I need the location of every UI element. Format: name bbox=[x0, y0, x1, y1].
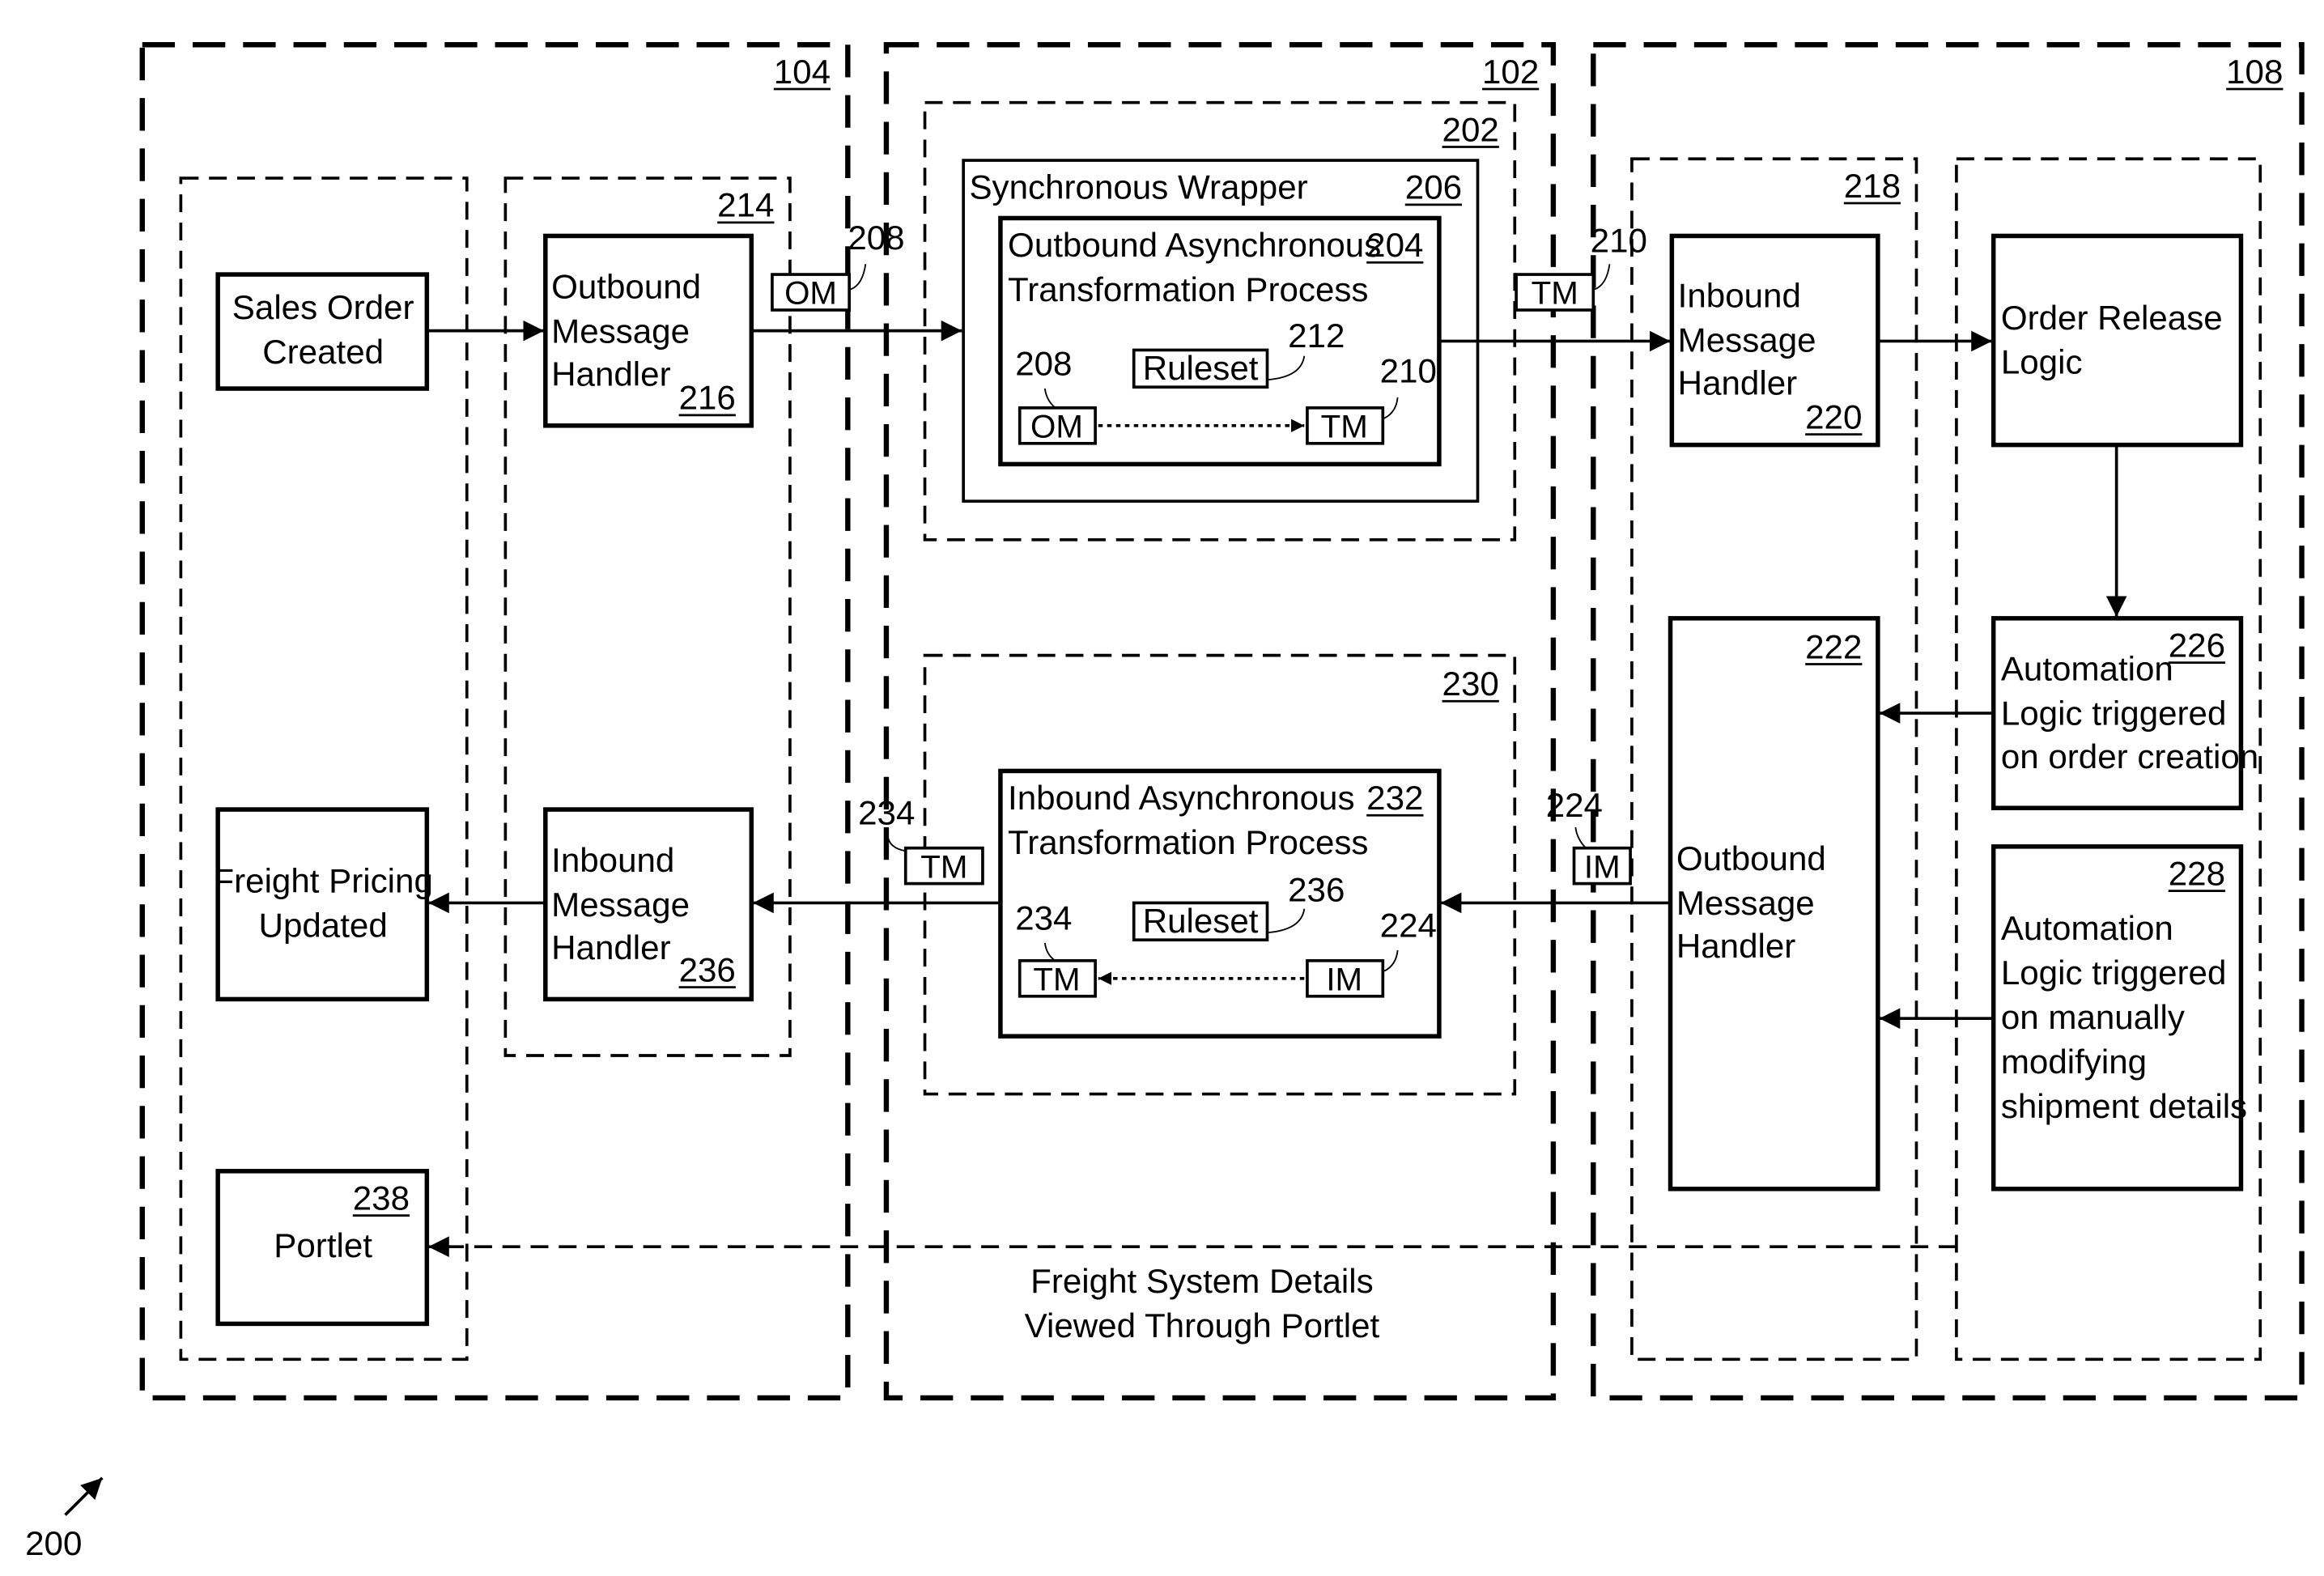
ref-228: 228 bbox=[2169, 854, 2225, 892]
automation-logic-226[interactable]: 226 Automation Logic triggered on order … bbox=[1990, 616, 2259, 810]
svg-text:IM: IM bbox=[1326, 961, 1362, 997]
ref-222: 222 bbox=[1805, 627, 1862, 665]
svg-text:Message: Message bbox=[551, 312, 690, 350]
system-108-ref: 108 bbox=[2226, 53, 2283, 91]
ref-224-inner: 224 bbox=[1380, 907, 1437, 945]
automation-logic-228[interactable]: 228 Automation Logic triggered on manual… bbox=[1990, 844, 2247, 1192]
svg-text:Outbound: Outbound bbox=[551, 267, 701, 305]
svg-text:OM: OM bbox=[784, 275, 837, 312]
svg-text:Message: Message bbox=[1676, 884, 1815, 922]
svg-text:TM: TM bbox=[1532, 275, 1578, 312]
inbound-message-handler-236[interactable]: Inbound Message Handler 236 bbox=[543, 807, 754, 1002]
ref-236-handler: 236 bbox=[679, 950, 736, 988]
portlet-caption-line2: Viewed Through Portlet bbox=[1025, 1306, 1380, 1344]
svg-text:TM: TM bbox=[920, 848, 967, 885]
svg-text:Transformation Process: Transformation Process bbox=[1008, 270, 1368, 308]
svg-text:Inbound: Inbound bbox=[551, 841, 674, 879]
svg-text:Message: Message bbox=[1678, 321, 1816, 359]
ref-234: 234 bbox=[858, 793, 915, 831]
figure-pointer-arrow bbox=[64, 1476, 104, 1516]
outbound-message-handler-216[interactable]: Outbound Message Handler 216 bbox=[543, 233, 754, 428]
ref-234-inner: 234 bbox=[1015, 898, 1072, 937]
order-release-logic-block[interactable]: Order Release Logic bbox=[1990, 233, 2244, 448]
svg-text:on order creation: on order creation bbox=[2001, 737, 2258, 775]
svg-text:Outbound: Outbound bbox=[1676, 839, 1826, 877]
ref-210: 210 bbox=[1591, 222, 1647, 260]
figure-number: 200 bbox=[25, 1524, 82, 1562]
svg-text:Handler: Handler bbox=[1678, 363, 1797, 401]
svg-text:Automation: Automation bbox=[2001, 650, 2173, 688]
svg-text:Outbound Asynchronous: Outbound Asynchronous bbox=[1008, 226, 1381, 264]
inbound-async-transformation-232[interactable]: Inbound Asynchronous Transformation Proc… bbox=[998, 768, 1442, 1039]
system-102-ref: 102 bbox=[1482, 53, 1539, 91]
portlet-block-238[interactable]: 238 Portlet bbox=[215, 1169, 430, 1327]
outbound-async-transformation-204[interactable]: Outbound Asynchronous Transformation Pro… bbox=[998, 215, 1442, 467]
svg-text:IM: IM bbox=[1584, 848, 1621, 885]
svg-text:Handler: Handler bbox=[1676, 927, 1795, 965]
ref-224: 224 bbox=[1546, 786, 1603, 824]
svg-text:Sales Order: Sales Order bbox=[232, 288, 414, 326]
portlet-caption-line1: Freight System Details bbox=[1030, 1262, 1374, 1300]
group-214-ref: 214 bbox=[717, 186, 774, 224]
ref-216: 216 bbox=[679, 379, 736, 417]
svg-text:Freight Pricing: Freight Pricing bbox=[213, 862, 432, 900]
svg-text:Created: Created bbox=[262, 333, 384, 371]
svg-text:TM: TM bbox=[1033, 961, 1080, 997]
svg-text:Handler: Handler bbox=[551, 355, 670, 393]
svg-text:Inbound Asynchronous: Inbound Asynchronous bbox=[1008, 779, 1354, 817]
svg-text:Handler: Handler bbox=[551, 928, 670, 966]
svg-text:Message: Message bbox=[551, 886, 690, 924]
svg-text:Order Release: Order Release bbox=[2001, 299, 2223, 337]
svg-text:on manually: on manually bbox=[2001, 998, 2185, 1036]
ref-232: 232 bbox=[1366, 779, 1423, 817]
ref-210-inner: 210 bbox=[1380, 352, 1437, 390]
ref-236-ruleset: 236 bbox=[1288, 871, 1345, 909]
svg-text:Updated: Updated bbox=[259, 907, 388, 945]
message-tag-tm-out: TM 210 bbox=[1515, 222, 1647, 312]
inbound-message-handler-220[interactable]: Inbound Message Handler 220 bbox=[1669, 233, 1880, 448]
sales-order-created-block[interactable]: Sales Order Created bbox=[215, 272, 430, 391]
svg-text:OM: OM bbox=[1030, 408, 1083, 444]
svg-text:Logic triggered: Logic triggered bbox=[2001, 954, 2227, 992]
ref-206: 206 bbox=[1405, 168, 1462, 206]
ruleset-212-label: Ruleset bbox=[1143, 349, 1259, 387]
ref-220: 220 bbox=[1805, 397, 1862, 435]
ref-238: 238 bbox=[353, 1179, 410, 1217]
svg-text:Transformation Process: Transformation Process bbox=[1008, 823, 1368, 861]
svg-text:Inbound: Inbound bbox=[1678, 276, 1801, 314]
ref-212: 212 bbox=[1288, 316, 1345, 355]
ruleset-236-label: Ruleset bbox=[1143, 902, 1259, 940]
message-tag-im: IM 224 bbox=[1546, 786, 1632, 886]
svg-text:Logic: Logic bbox=[2001, 343, 2083, 381]
svg-text:TM: TM bbox=[1321, 408, 1368, 444]
svg-text:modifying: modifying bbox=[2001, 1043, 2147, 1081]
svg-text:Logic triggered: Logic triggered bbox=[2001, 695, 2227, 733]
svg-text:shipment details: shipment details bbox=[2001, 1087, 2247, 1125]
system-104-ref: 104 bbox=[774, 53, 831, 91]
freight-pricing-updated-block[interactable]: Freight Pricing Updated bbox=[213, 807, 433, 1002]
group-202-ref: 202 bbox=[1442, 110, 1499, 148]
outbound-message-handler-222[interactable]: 222 Outbound Message Handler bbox=[1668, 616, 1880, 1192]
svg-text:Synchronous Wrapper: Synchronous Wrapper bbox=[969, 168, 1307, 206]
ref-226: 226 bbox=[2169, 626, 2225, 664]
message-tag-tm-in: TM 234 bbox=[858, 793, 984, 886]
svg-text:Portlet: Portlet bbox=[274, 1226, 372, 1264]
svg-text:Automation: Automation bbox=[2001, 909, 2173, 947]
ref-208-inner: 208 bbox=[1015, 345, 1072, 383]
ref-204: 204 bbox=[1366, 226, 1423, 264]
patent-diagram: 104 102 108 214 Sales Order Created Outb… bbox=[25, 42, 2305, 1562]
ref-208: 208 bbox=[848, 219, 904, 257]
group-218-ref: 218 bbox=[1844, 167, 1901, 205]
group-230-ref: 230 bbox=[1442, 665, 1499, 703]
